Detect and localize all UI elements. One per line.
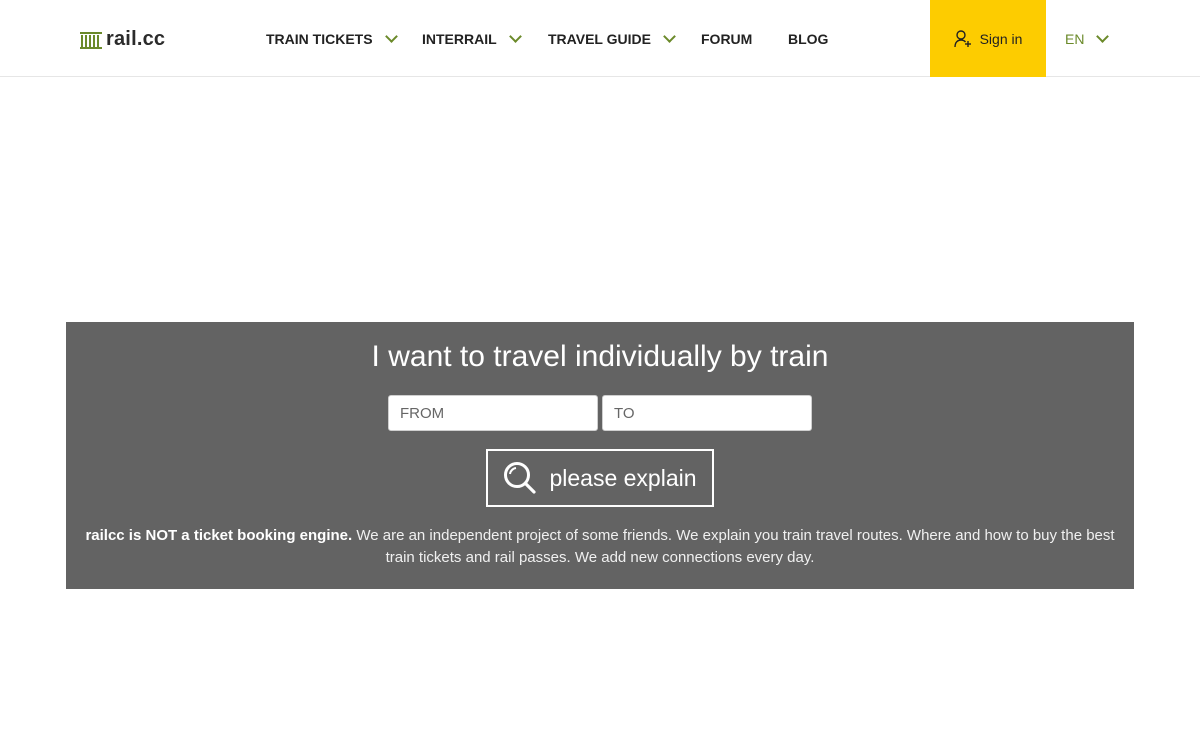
- from-input[interactable]: [388, 395, 598, 431]
- chevron-down-icon: [1096, 30, 1110, 43]
- nav-interrail[interactable]: INTERRAIL: [422, 0, 522, 77]
- nav-travel-guide[interactable]: TRAVEL GUIDE: [548, 0, 676, 77]
- sign-in-button[interactable]: Sign in: [930, 0, 1046, 77]
- nav-label: INTERRAIL: [422, 30, 497, 47]
- nav-blog[interactable]: BLOG: [788, 0, 828, 77]
- please-explain-label: please explain: [549, 464, 697, 491]
- disclaimer-bold: railcc is NOT a ticket booking engine.: [85, 527, 353, 544]
- search-title: I want to travel individually by train: [371, 340, 829, 373]
- chevron-down-icon: [663, 30, 676, 43]
- disclaimer-text: railcc is NOT a ticket booking engine. W…: [82, 525, 1118, 569]
- magnifier-icon: [504, 462, 537, 494]
- please-explain-button[interactable]: please explain: [486, 449, 714, 507]
- nav-label: FORUM: [701, 30, 753, 47]
- site-header: rail.cc TRAIN TICKETS INTERRAIL TRAVEL G…: [0, 0, 1200, 77]
- chevron-down-icon: [508, 30, 522, 43]
- train-logo-icon: [80, 32, 102, 49]
- nav-label: TRAVEL GUIDE: [548, 30, 651, 47]
- user-plus-icon: [953, 29, 971, 47]
- nav-label: BLOG: [788, 30, 829, 47]
- logo-text: rail.cc: [106, 27, 166, 50]
- nav-train-tickets[interactable]: TRAIN TICKETS: [266, 0, 398, 77]
- nav-forum[interactable]: FORUM: [701, 0, 752, 77]
- nav-label: TRAIN TICKETS: [266, 30, 373, 47]
- language-selector[interactable]: EN: [1065, 0, 1110, 77]
- sign-in-label: Sign in: [979, 30, 1023, 47]
- language-label: EN: [1065, 30, 1085, 47]
- disclaimer-body: We are an independent project of some fr…: [352, 527, 1115, 566]
- to-input[interactable]: [602, 395, 812, 431]
- route-search-panel: I want to travel individually by train p…: [66, 322, 1134, 589]
- chevron-down-icon: [384, 30, 398, 43]
- site-logo[interactable]: rail.cc: [80, 26, 165, 52]
